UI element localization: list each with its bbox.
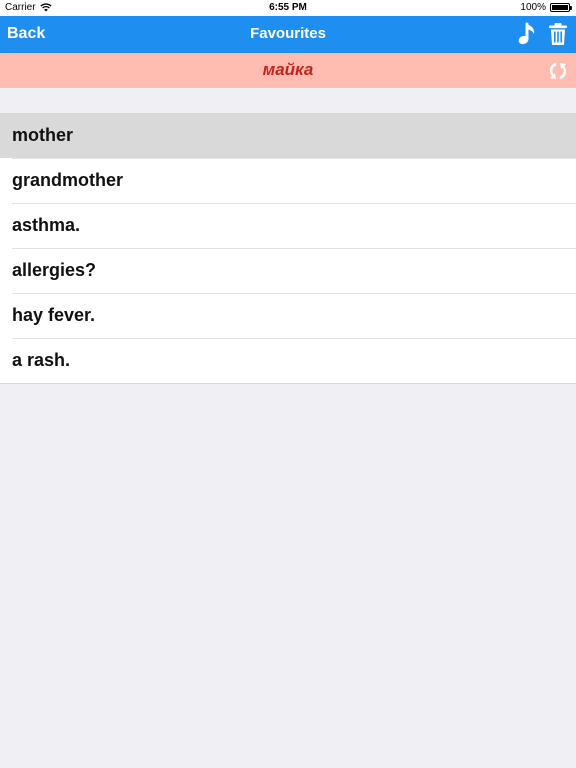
list-item[interactable]: hay fever. [0, 293, 576, 338]
swap-icon[interactable] [544, 57, 572, 85]
favourites-list: mother grandmother asthma. allergies? hay fe… [0, 113, 576, 384]
page-title: Favourites [250, 25, 326, 42]
trash-icon[interactable] [544, 20, 572, 48]
battery-percentage: 100% [520, 2, 546, 13]
status-time: 6:55 PM [269, 2, 307, 13]
navigation-bar: Back Favourites [0, 16, 576, 53]
status-bar: Carrier 6:55 PM 100% [0, 0, 576, 16]
list-item[interactable]: mother [0, 113, 576, 158]
back-button[interactable]: Back [7, 25, 45, 43]
list-item[interactable]: a rash. [0, 338, 576, 383]
music-note-icon[interactable] [514, 20, 542, 48]
list-item[interactable]: grandmother [0, 158, 576, 203]
battery-icon [550, 3, 572, 12]
current-word: майка [262, 60, 314, 79]
battery-status: 100% [520, 2, 572, 13]
list-item[interactable]: asthma. [0, 203, 576, 248]
list-item[interactable]: allergies? [0, 248, 576, 293]
current-word-bar: майка [0, 53, 576, 88]
